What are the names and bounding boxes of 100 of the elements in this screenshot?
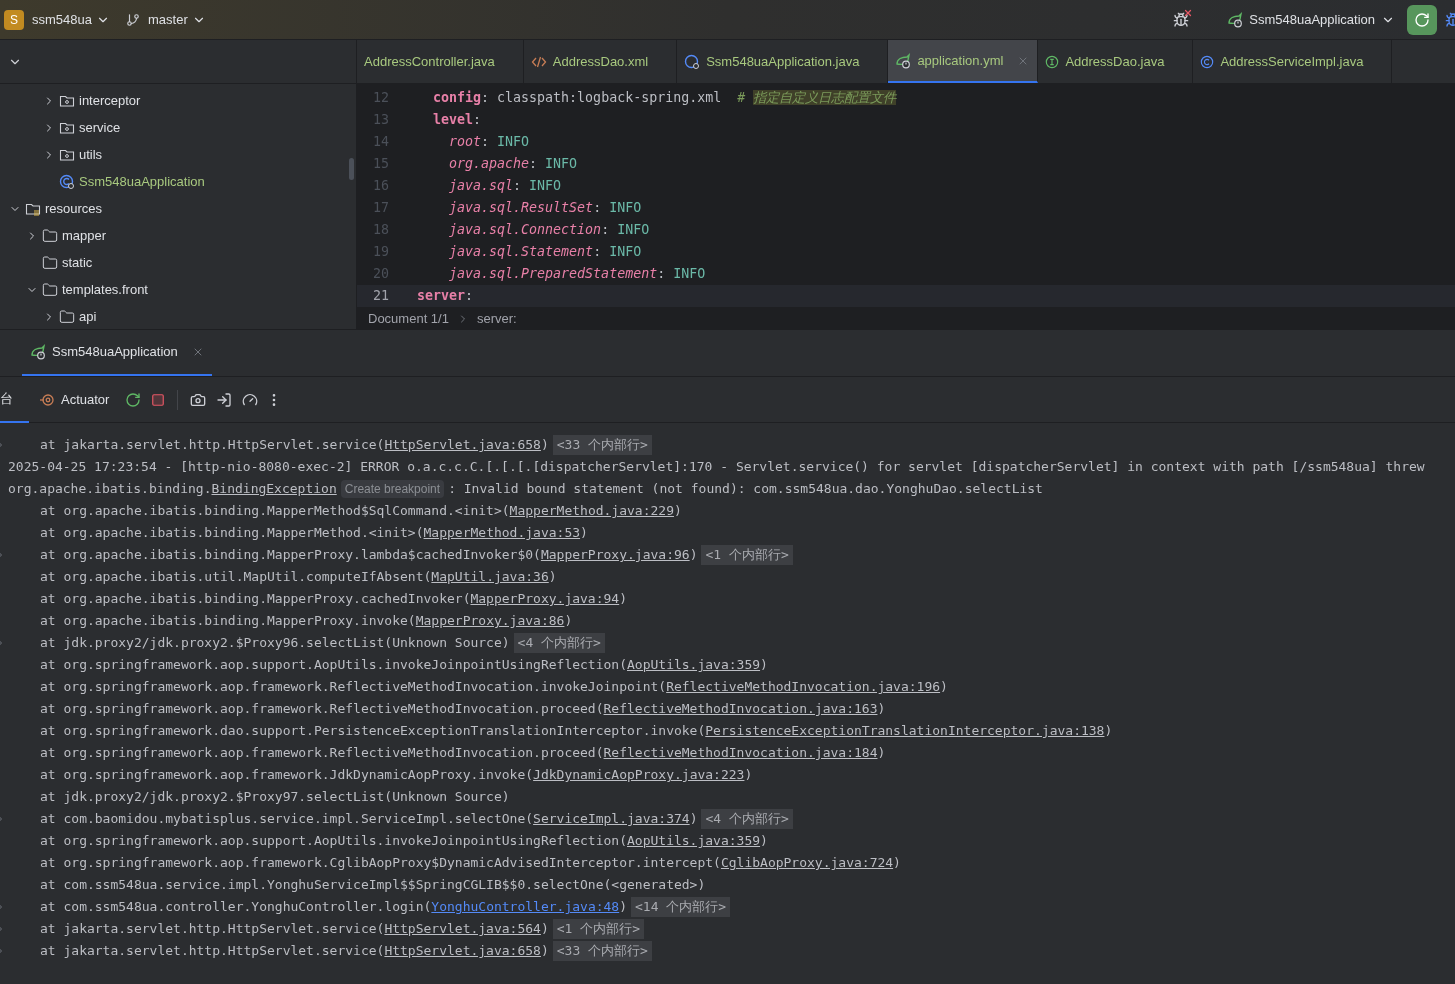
console-text: at org.apache.ibatis.binding.MapperProxy.cachedInvoker( xyxy=(40,590,471,609)
stack-trace-link[interactable]: MapperProxy.java:86 xyxy=(415,611,565,631)
stack-trace-link[interactable]: CglibAopProxy.java:724 xyxy=(720,853,894,873)
console-text: ) xyxy=(689,810,698,829)
import-icon[interactable] xyxy=(216,391,233,408)
tree-item[interactable]: interceptor xyxy=(79,90,141,111)
tree-item[interactable]: mapper xyxy=(62,225,107,246)
console-text: at com.baomidou.mybatisplus.service.impl.ServiceImpl.selectOne( xyxy=(40,810,534,829)
stack-trace-link[interactable]: ServiceImpl.java:374 xyxy=(533,809,690,829)
tree-item[interactable]: Ssm548uaApplication xyxy=(79,171,205,192)
create-breakpoint-hint[interactable]: Create breakpoint xyxy=(340,480,445,498)
tree-item[interactable]: api xyxy=(79,306,97,327)
project-dropdown[interactable]: ssm548ua xyxy=(32,9,110,30)
console-text: at org.springframework.aop.framework.JdkDynamicAopProxy.invoke( xyxy=(40,766,534,785)
editor-tab[interactable]: AddressDao.java xyxy=(1038,40,1194,83)
class-icon xyxy=(684,53,701,70)
tree-item[interactable]: service xyxy=(79,117,121,138)
gauge-icon[interactable] xyxy=(242,391,259,408)
tree-item[interactable]: static xyxy=(62,252,93,273)
console-text: ) xyxy=(689,546,698,565)
folded-lines-badge[interactable]: <1 个内部行> xyxy=(701,545,793,565)
console-text: 2025-04-25 17:23:54 - [http-nio-8080-exec-2] ERROR o.a.c.c.C.[.[.[.[dispatcherServlet]:170 - Servlet.service() for servlet [dispatcherServlet] in context with path [/ssm548ua] threw xyxy=(8,458,1425,477)
stack-trace-link[interactable]: AopUtils.java:359 xyxy=(627,831,761,851)
folder-icon xyxy=(59,308,75,325)
console-text: at org.springframework.aop.framework.ReflectiveMethodInvocation.proceed( xyxy=(40,744,604,763)
run-tab[interactable]: Ssm548uaApplication xyxy=(22,329,212,376)
stack-trace-link[interactable]: HttpServlet.java:658 xyxy=(384,435,541,455)
editor-tab[interactable]: application.yml xyxy=(888,40,1039,83)
stop-icon[interactable] xyxy=(151,392,166,407)
console-text: at jdk.proxy2/jdk.proxy2.$Proxy96.selectList(Unknown Source) xyxy=(40,634,510,653)
stack-trace-link[interactable]: HttpServlet.java:658 xyxy=(384,941,541,961)
folded-lines-badge[interactable]: <1 个内部行> xyxy=(552,919,645,939)
console-text: : Invalid bound statement (not found): com.ssm548ua.dao.YonghuDao.selectList xyxy=(448,480,1043,499)
stack-trace-link[interactable]: AopUtils.java:359 xyxy=(627,655,761,675)
console-text: at org.springframework.aop.support.AopUtils.invokeJoinpointUsingReflection( xyxy=(40,656,627,675)
spring-leaf-icon xyxy=(895,52,912,69)
branch-dropdown[interactable]: master xyxy=(148,9,206,30)
code-line: java.sql.ResultSet: INFO xyxy=(448,199,643,218)
console-text: ) xyxy=(940,678,948,697)
code-line: java.sql.Connection: INFO xyxy=(448,221,651,240)
stack-trace-link[interactable]: MapperMethod.java:229 xyxy=(509,501,674,521)
console-text: at org.apache.ibatis.binding.MapperMethod$SqlCommand.<init>( xyxy=(40,502,510,521)
camera-icon[interactable] xyxy=(190,391,207,408)
console-text: at org.springframework.dao.support.PersistenceExceptionTranslationInterceptor.invoke( xyxy=(40,722,706,741)
console-tab[interactable]: 台 xyxy=(0,376,29,423)
stack-trace-link[interactable]: ReflectiveMethodInvocation.java:184 xyxy=(603,743,878,763)
code-line: level: xyxy=(432,111,483,130)
folder-icon xyxy=(42,227,58,244)
rerun-icon xyxy=(1414,11,1430,28)
stack-trace-link[interactable]: MapperMethod.java:53 xyxy=(423,523,581,543)
stack-trace-link[interactable]: BindingException xyxy=(211,479,337,499)
breadcrumb-item[interactable]: server: xyxy=(476,308,517,329)
folded-lines-badge[interactable]: <33 个内部行> xyxy=(552,941,652,961)
folder-icon xyxy=(42,254,58,271)
stack-trace-link[interactable]: HttpServlet.java:564 xyxy=(384,919,541,939)
console-text: at com.ssm548ua.controller.YonghuController.login( xyxy=(40,898,432,917)
tree-item[interactable]: resources xyxy=(45,198,103,219)
actuator-tab[interactable]: Actuator xyxy=(39,389,110,410)
rerun-button[interactable] xyxy=(1407,4,1437,35)
console-text: at jdk.proxy2/jdk.proxy2.$Proxy97.selectList(Unknown Source) xyxy=(40,788,510,807)
project-badge: S xyxy=(4,9,24,30)
tree-item[interactable]: utils xyxy=(79,144,103,165)
folded-lines-badge[interactable]: <4 个内部行> xyxy=(513,633,605,653)
class-icon xyxy=(59,173,75,190)
stack-trace-link[interactable]: MapperProxy.java:96 xyxy=(540,545,690,565)
editor-tab[interactable]: AddressServiceImpl.java xyxy=(1193,40,1393,83)
branch-icon xyxy=(126,12,140,27)
console-text: at org.apache.ibatis.util.MapUtil.computeIfAbsent( xyxy=(40,568,432,587)
console-text: ) xyxy=(619,590,627,609)
console-text: ) xyxy=(580,524,588,543)
folded-lines-badge[interactable]: <33 个内部行> xyxy=(552,435,652,455)
breadcrumb-item[interactable]: Document 1/1 xyxy=(368,308,449,329)
stack-trace-link[interactable]: ReflectiveMethodInvocation.java:196 xyxy=(666,677,941,697)
editor-tab[interactable]: AddressController.java xyxy=(357,40,524,83)
code-line: root: INFO xyxy=(448,133,531,152)
interface-icon xyxy=(1045,54,1060,69)
folded-lines-badge[interactable]: <14 个内部行> xyxy=(631,897,731,917)
folded-lines-badge[interactable]: <4 个内部行> xyxy=(701,809,793,829)
console-text: ) xyxy=(564,612,573,631)
stack-trace-link[interactable]: YonghuController.java:48 xyxy=(431,897,620,917)
stack-trace-link[interactable]: ReflectiveMethodInvocation.java:163 xyxy=(603,699,878,719)
console-text: at org.apache.ibatis.binding.MapperProxy.lambda$cachedInvoker$0( xyxy=(40,546,541,565)
editor-tab[interactable]: AddressDao.xml xyxy=(523,40,678,83)
code-line: java.sql.Statement: INFO xyxy=(448,243,643,262)
code-line: java.sql: INFO xyxy=(448,177,563,196)
stack-trace-link[interactable]: JdkDynamicAopProxy.java:223 xyxy=(533,765,745,785)
console-text: at org.apache.ibatis.binding.MapperProxy.invoke( xyxy=(40,612,416,631)
class-icon xyxy=(1200,54,1215,69)
scrollbar-thumb[interactable] xyxy=(349,158,354,180)
run-configuration-dropdown[interactable]: Ssm548uaApplication xyxy=(1227,9,1395,30)
rerun-icon[interactable] xyxy=(125,391,142,408)
stack-trace-link[interactable]: MapUtil.java:36 xyxy=(431,567,549,587)
line-number: 21 xyxy=(372,287,389,306)
spring-leaf-icon xyxy=(30,343,46,360)
stack-trace-link[interactable]: MapperProxy.java:94 xyxy=(470,589,620,609)
console-text: ) xyxy=(760,656,768,675)
tree-item[interactable]: templates.front xyxy=(62,279,148,300)
console-text: ) xyxy=(619,898,627,917)
console-text: at org.springframework.aop.framework.ReflectiveMethodInvocation.proceed( xyxy=(40,700,604,719)
stack-trace-link[interactable]: PersistenceExceptionTranslationInterceptor.java:138 xyxy=(705,721,1105,741)
